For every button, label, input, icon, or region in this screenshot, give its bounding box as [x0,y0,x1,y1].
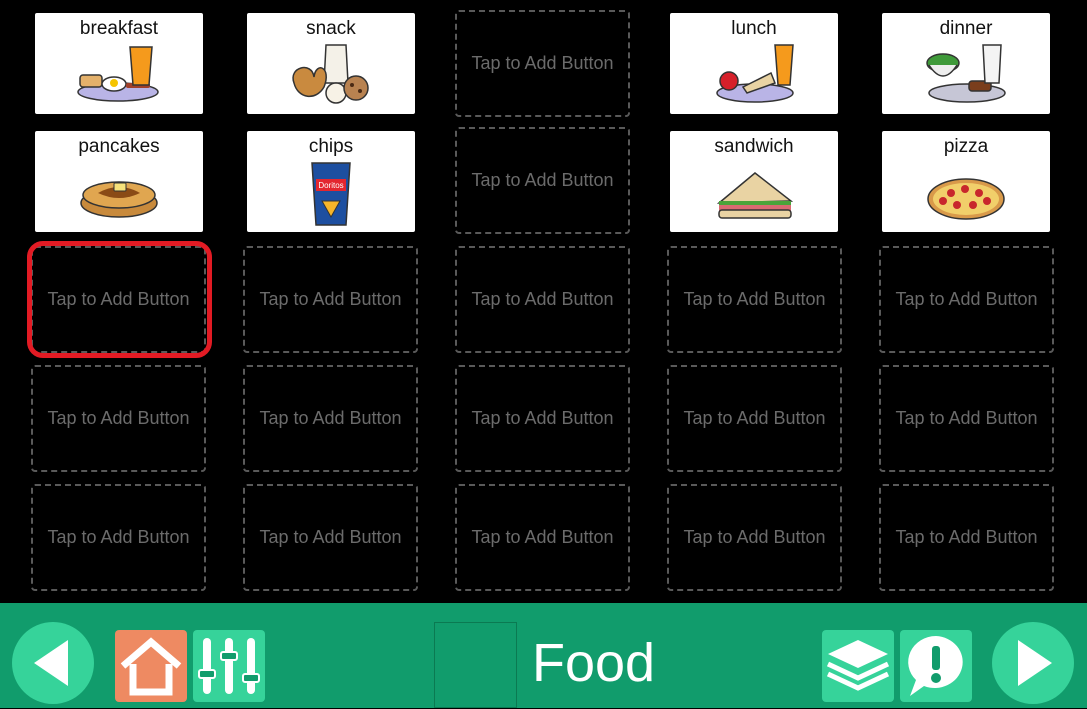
breakfast-icon [77,46,159,102]
empty-slot-label: Tap to Add Button [895,527,1038,547]
empty-slot[interactable]: Tap to Add Button [879,484,1054,591]
empty-slot-label: Tap to Add Button [259,527,402,547]
chips-bag-icon: Doritos [311,162,351,226]
chips-brand-text: Doritos [318,181,343,190]
empty-slot-label: Tap to Add Button [683,289,826,309]
empty-slot-label: Tap to Add Button [471,289,614,309]
empty-slot[interactable]: Tap to Add Button [879,365,1054,472]
button-chips[interactable]: chips Doritos [247,131,415,232]
button-sandwich[interactable]: sandwich [670,131,838,232]
button-grid: breakfast snack Tap to Add Button lunch [0,0,1087,603]
board-image-slot [434,622,517,708]
empty-slot-label: Tap to Add Button [47,289,190,309]
button-label: sandwich [714,136,794,157]
empty-slot[interactable]: Tap to Add Button [667,246,842,353]
back-button[interactable] [12,622,94,704]
alert-button[interactable] [900,630,972,702]
empty-slot-label: Tap to Add Button [683,527,826,547]
button-breakfast[interactable]: breakfast [35,13,203,114]
button-label: pancakes [78,136,160,157]
empty-slot[interactable]: Tap to Add Button [243,484,418,591]
button-label: snack [306,18,356,39]
button-label: breakfast [79,18,159,39]
button-pizza[interactable]: pizza [882,131,1050,232]
empty-slot[interactable]: Tap to Add Button [879,246,1054,353]
dinner-icon [926,44,1006,103]
pizza-icon [927,178,1005,220]
empty-slot-label: Tap to Add Button [471,527,614,547]
button-snack[interactable]: snack [247,13,415,114]
empty-slot-label: Tap to Add Button [259,408,402,428]
empty-slot-label: Tap to Add Button [895,408,1038,428]
sliders-icon [198,638,260,694]
empty-slot-label: Tap to Add Button [471,53,614,73]
empty-slot[interactable]: Tap to Add Button [455,365,630,472]
alert-bubble-icon [908,636,963,696]
empty-slot-label: Tap to Add Button [47,408,190,428]
empty-slot[interactable]: Tap to Add Button [667,365,842,472]
button-label: chips [308,136,354,157]
empty-slot[interactable]: Tap to Add Button [455,484,630,591]
button-label: lunch [731,18,777,39]
layers-icon [826,640,890,691]
forward-arrow-icon [1018,640,1052,686]
empty-slot-label: Tap to Add Button [259,289,402,309]
lunch-icon [716,44,794,103]
empty-slot-label: Tap to Add Button [471,408,614,428]
home-icon [120,637,182,696]
board-title: Food [532,633,656,693]
settings-button[interactable] [193,630,265,702]
empty-slot[interactable]: Tap to Add Button [31,365,206,472]
empty-slot[interactable]: Tap to Add Button [667,484,842,591]
pancakes-icon [80,181,158,218]
button-dinner[interactable]: dinner [882,13,1050,114]
pages-button[interactable] [822,630,894,702]
empty-slot-label: Tap to Add Button [471,170,614,190]
home-button[interactable] [115,630,187,702]
empty-slot-label: Tap to Add Button [683,408,826,428]
empty-slot-label: Tap to Add Button [895,289,1038,309]
empty-slot[interactable]: Tap to Add Button [455,10,630,117]
empty-slot-label: Tap to Add Button [47,527,190,547]
empty-slot[interactable]: Tap to Add Button [455,127,630,234]
forward-button[interactable] [992,622,1074,704]
empty-slot[interactable]: Tap to Add Button [243,246,418,353]
empty-slot[interactable]: Tap to Add Button [243,365,418,472]
back-arrow-icon [34,640,68,686]
sandwich-icon [716,172,794,219]
snack-icon [292,44,369,104]
button-label: pizza [943,136,989,157]
empty-slot[interactable]: Tap to Add Button [455,246,630,353]
button-lunch[interactable]: lunch [670,13,838,114]
empty-slot[interactable]: Tap to Add Button [31,484,206,591]
bottom-toolbar: Food [0,603,1087,708]
empty-slot[interactable]: Tap to Add Button [31,246,206,353]
button-label: dinner [939,18,993,39]
button-pancakes[interactable]: pancakes [35,131,203,232]
